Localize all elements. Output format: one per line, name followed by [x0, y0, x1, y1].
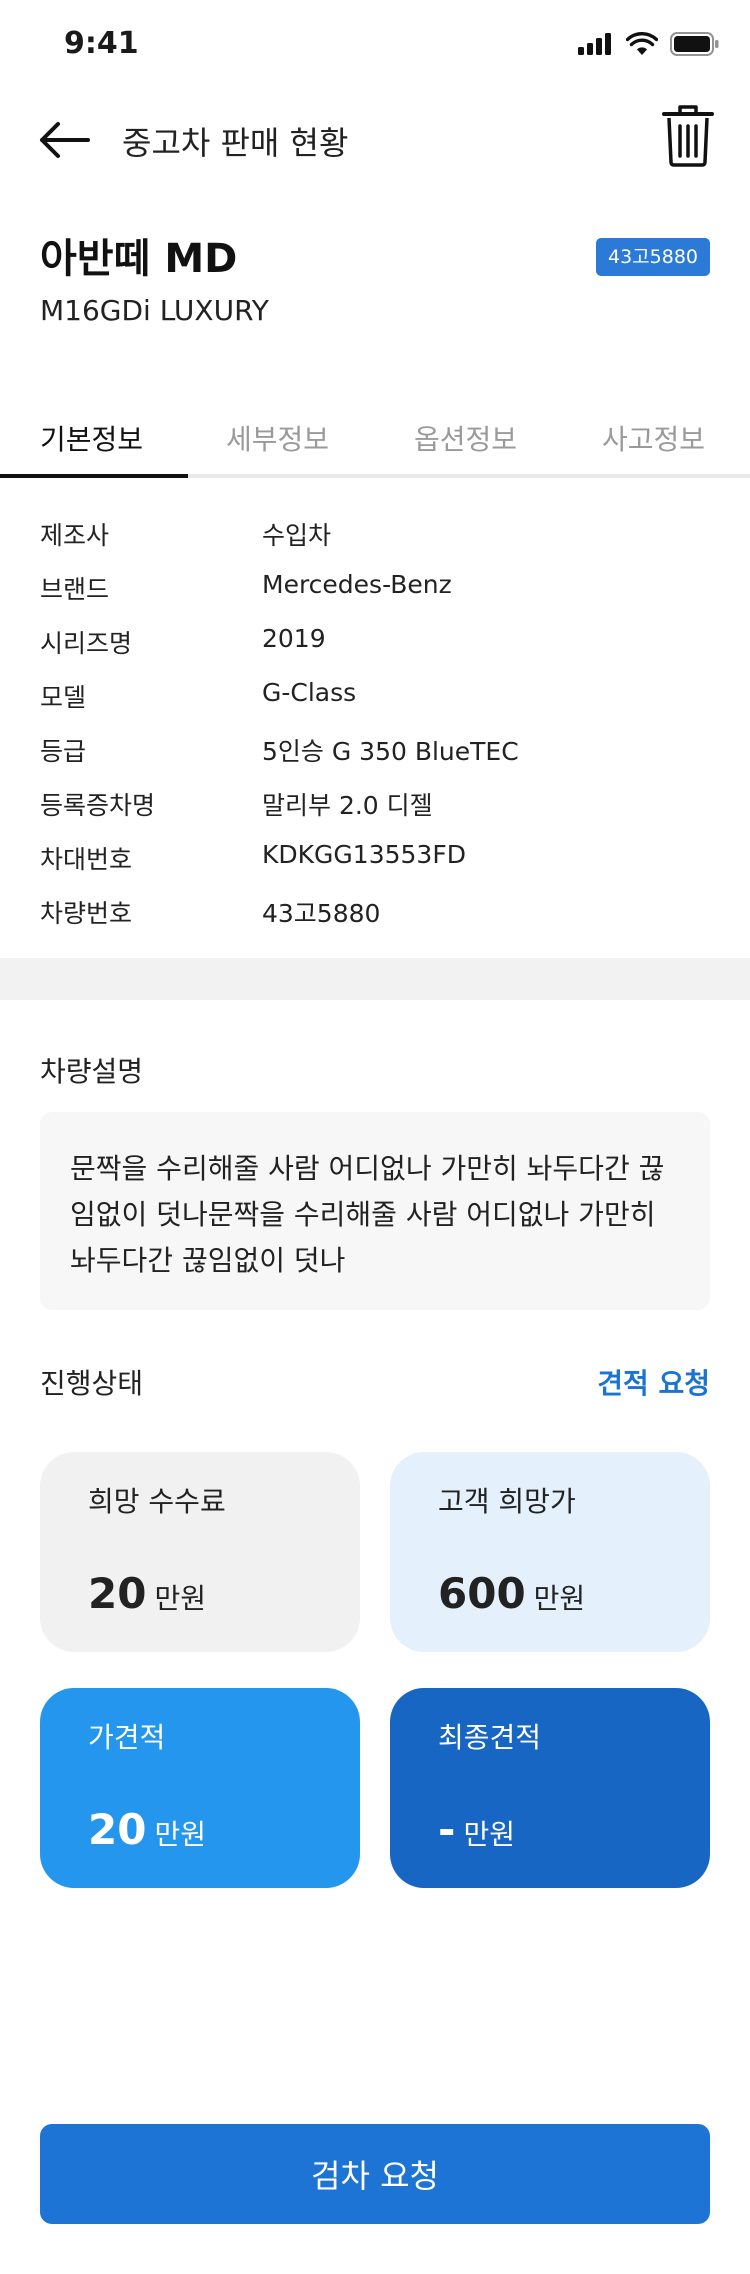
active-tab-indicator [0, 474, 188, 478]
customer-price-card: 고객 희망가 600 만원 [390, 1452, 710, 1652]
desired-fee-card: 희망 수수료 20 만원 [40, 1452, 360, 1652]
section-divider [0, 958, 750, 1000]
info-row: 시리즈명 2019 [40, 618, 710, 672]
description-label: 차량설명 [40, 1055, 144, 1088]
battery-icon [670, 32, 719, 56]
inspection-request-button[interactable]: 검차 요청 [40, 2124, 710, 2224]
info-value: 말리부 2.0 디젤 [262, 791, 433, 820]
card-value: - [438, 1805, 456, 1854]
status-icons [578, 32, 720, 56]
card-value: 600 [438, 1569, 526, 1618]
info-value: 5인승 G 350 BlueTEC [262, 737, 519, 766]
estimate-request-link[interactable]: 견적 요청 [597, 1362, 710, 1402]
card-label: 고객 희망가 [438, 1485, 576, 1518]
card-amount: 600 만원 [438, 1569, 585, 1618]
basic-info-list: 제조사 수입차 브랜드 Mercedes-Benz 시리즈명 2019 모델 G… [40, 510, 710, 942]
info-value: 43고5880 [262, 899, 381, 928]
tab-accident-info[interactable]: 사고정보 [602, 418, 705, 458]
pre-estimate-card: 가견적 20 만원 [40, 1688, 360, 1888]
info-key: 등록증차명 [40, 791, 156, 820]
card-label: 가견적 [88, 1721, 166, 1754]
arrow-left-icon [40, 122, 90, 158]
card-amount: 20 만원 [88, 1805, 206, 1854]
info-row: 차량번호 43고5880 [40, 888, 710, 942]
delete-button[interactable] [662, 104, 714, 168]
card-label: 최종견적 [438, 1721, 542, 1754]
info-value: KDKGG13553FD [262, 840, 466, 869]
final-estimate-card: 최종견적 - 만원 [390, 1688, 710, 1888]
card-unit: 만원 [463, 1818, 515, 1851]
info-value: G-Class [262, 678, 357, 707]
info-value: 2019 [262, 624, 326, 653]
car-name: 아반떼 MD [40, 236, 238, 282]
info-row: 제조사 수입차 [40, 510, 710, 564]
card-unit: 만원 [533, 1582, 586, 1615]
status-bar: 9:41 [0, 0, 750, 90]
info-key: 차량번호 [40, 899, 133, 928]
description-text: 문짝을 수리해줄 사람 어디없나 가만히 놔두다간 끊임없이 덧나문짝을 수리해… [40, 1112, 710, 1310]
info-key: 차대번호 [40, 845, 133, 874]
trash-icon [662, 105, 714, 167]
tab-detail-info[interactable]: 세부정보 [226, 418, 329, 458]
info-row: 모델 G-Class [40, 672, 710, 726]
card-unit: 만원 [154, 1582, 206, 1615]
status-time: 9:41 [64, 26, 139, 61]
card-value: 20 [88, 1569, 147, 1618]
wifi-icon [626, 32, 658, 55]
tab-basic-info[interactable]: 기본정보 [40, 418, 143, 458]
info-key: 제조사 [40, 521, 110, 550]
card-unit: 만원 [154, 1818, 206, 1851]
card-label: 희망 수수료 [88, 1485, 226, 1518]
cellular-signal-icon [578, 33, 611, 55]
info-value: Mercedes-Benz [262, 570, 452, 599]
page-title: 중고차 판매 현황 [122, 124, 349, 162]
card-amount: - 만원 [438, 1805, 515, 1854]
plate-badge: 43고5880 [595, 238, 710, 276]
info-key: 모델 [40, 683, 87, 712]
info-row: 차대번호 KDKGG13553FD [40, 834, 710, 888]
info-key: 등급 [40, 737, 87, 766]
progress-label: 진행상태 [40, 1367, 144, 1400]
card-amount: 20 만원 [88, 1569, 206, 1618]
info-value: 수입차 [262, 521, 332, 550]
info-row: 등록증차명 말리부 2.0 디젤 [40, 780, 710, 834]
back-button[interactable] [36, 112, 96, 168]
app-header: 중고차 판매 현황 [0, 100, 750, 180]
info-key: 브랜드 [40, 575, 110, 604]
car-trim: M16GDi LUXURY [40, 294, 269, 327]
info-row: 등급 5인승 G 350 BlueTEC [40, 726, 710, 780]
card-value: 20 [88, 1805, 147, 1854]
info-key: 시리즈명 [40, 629, 133, 658]
info-row: 브랜드 Mercedes-Benz [40, 564, 710, 618]
tab-option-info[interactable]: 옵션정보 [414, 418, 517, 458]
tab-bar: 기본정보 세부정보 옵션정보 사고정보 [0, 412, 750, 478]
